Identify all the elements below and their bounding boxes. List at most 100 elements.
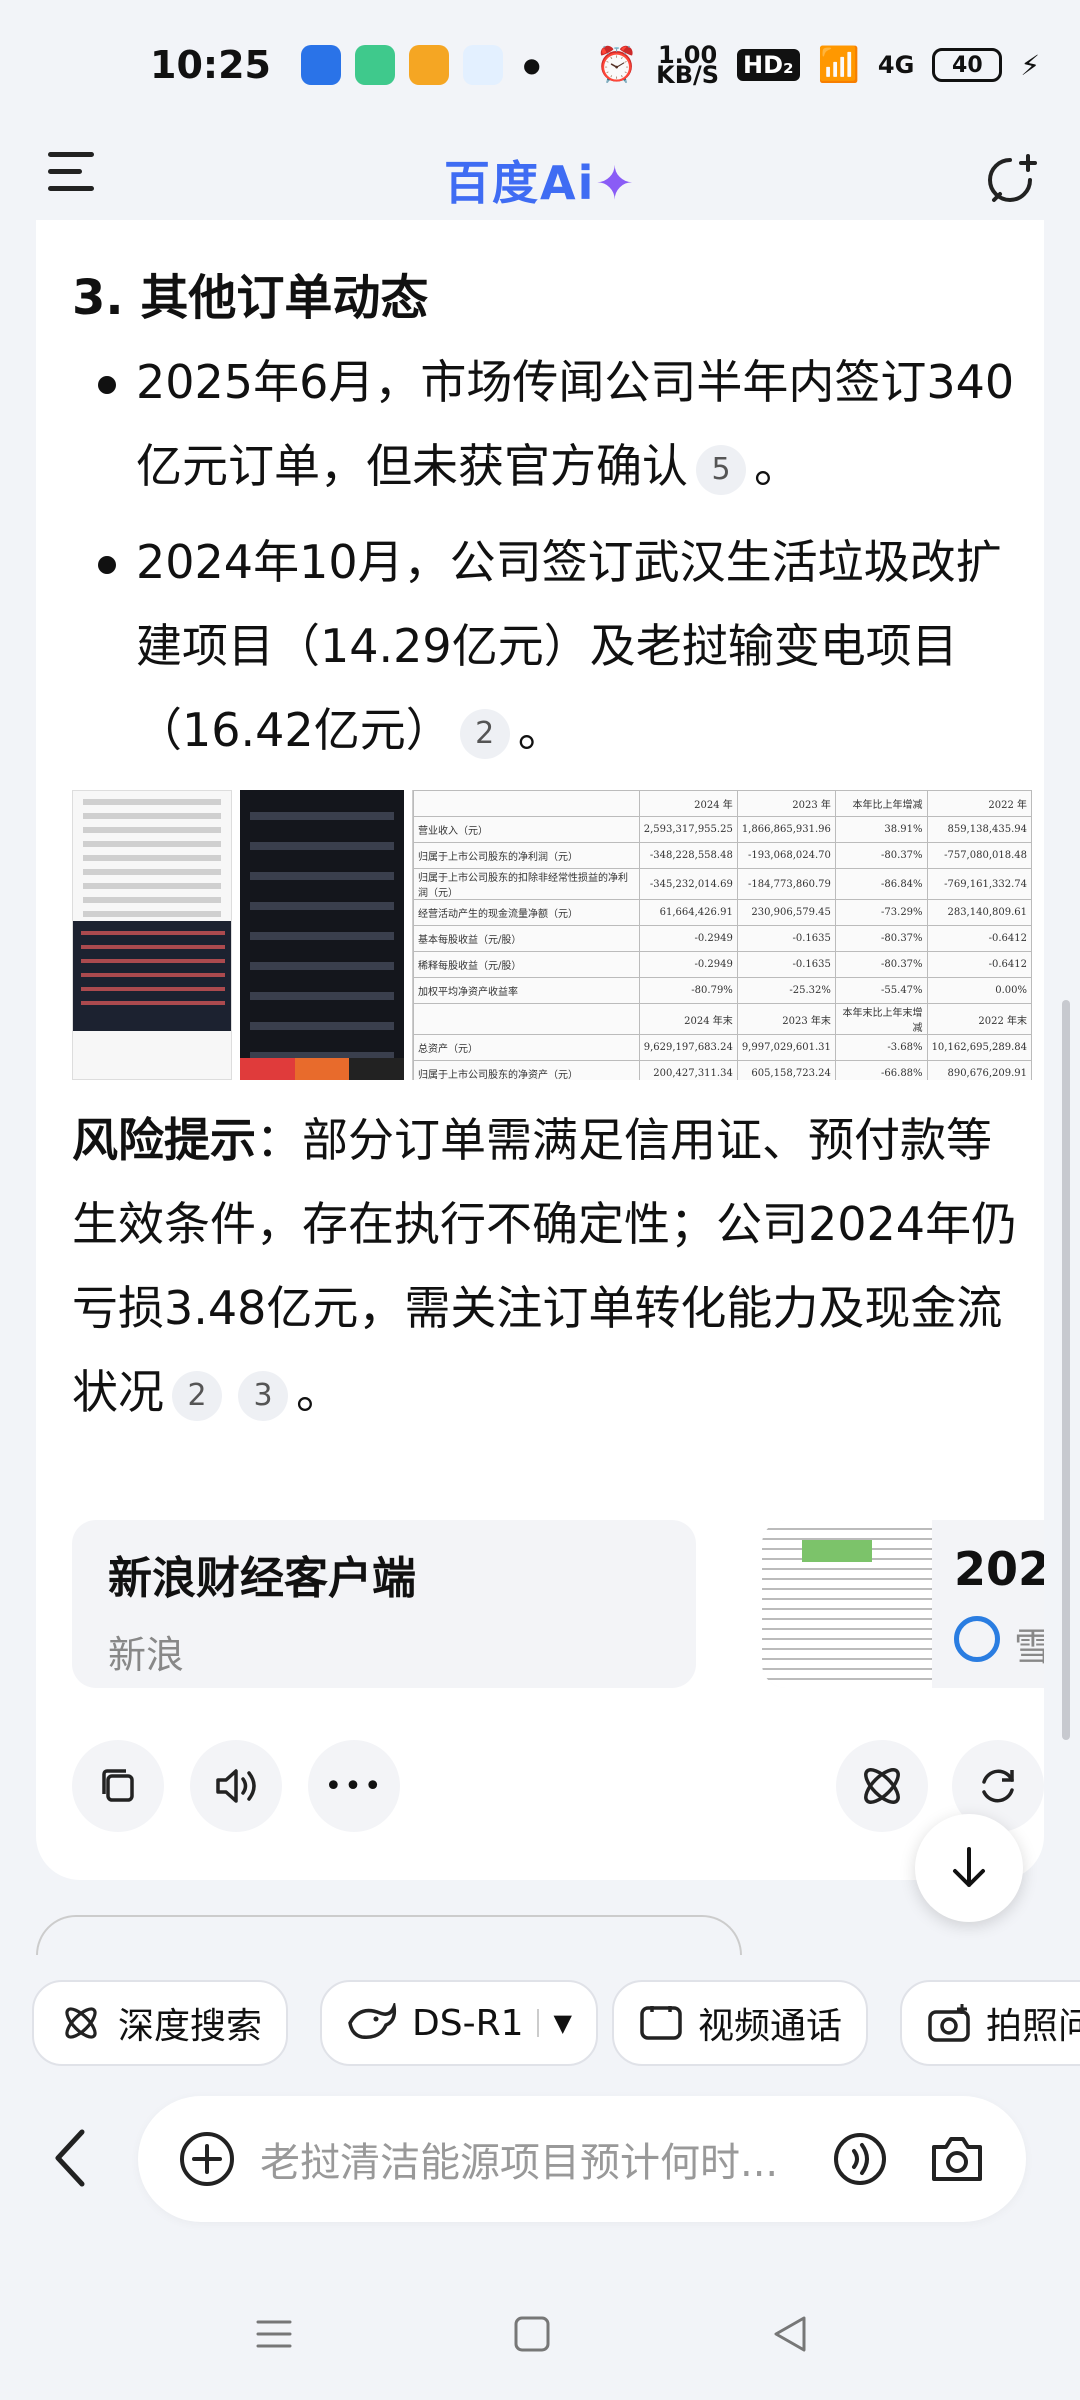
table-cell: 营业收入（元）	[413, 816, 640, 843]
message-input[interactable]: 老挝清洁能源项目预计何时...	[138, 2096, 1026, 2222]
table-cell: 10,162,695,289.84	[926, 1034, 1032, 1061]
net-type: 4G	[877, 51, 915, 79]
list-item: 2025年6月，市场传闻公司半年内签订340亿元订单，但未获官方确认 5。	[98, 340, 1016, 508]
table-cell: 加权平均净资产收益率	[413, 977, 640, 1004]
table-row: 2024 年末 2023 年末 本年末比上年末增减 2022 年末	[413, 1003, 1032, 1035]
table-cell: 本年末比上年末增减	[834, 1003, 928, 1035]
table-row: 基本每股收益（元/股） -0.2949 -0.1635 -80.37% -0.6412	[413, 925, 1032, 952]
source-thumbnail	[762, 1520, 932, 1688]
table-cell: -193,068,024.70	[736, 842, 836, 869]
citation-badge[interactable]: 2	[172, 1370, 222, 1421]
table-cell: 9,997,029,601.31	[736, 1034, 836, 1061]
app-header: 百度Ai✦	[0, 130, 1080, 230]
table-row: 稀释每股收益（元/股） -0.2949 -0.1635 -80.37% -0.6412	[413, 951, 1032, 978]
citation-badge[interactable]: 5	[696, 444, 746, 495]
table-cell: -0.6412	[926, 925, 1032, 952]
table-cell: 9,629,197,683.24	[638, 1034, 738, 1061]
copy-icon	[102, 1769, 134, 1802]
chip-deep-search[interactable]: 深度搜索	[32, 1980, 289, 2066]
article-screenshot-thumbnail[interactable]	[72, 790, 232, 1080]
scroll-to-bottom-button[interactable]	[915, 1814, 1023, 1922]
composer: 老挝清洁能源项目预计何时...	[0, 2096, 1080, 2224]
table-row: 归属于上市公司股东的扣除非经常性损益的净利润（元） -345,232,014.69…	[413, 868, 1032, 900]
back-nav-icon[interactable]	[770, 2314, 810, 2354]
table-cell: 2022 年	[926, 790, 1032, 817]
quick-action-chips: 深度搜索 DS-R1 ▼ 视频通话 拍照问	[0, 1976, 1080, 2072]
citation-badge[interactable]: 3	[238, 1370, 288, 1421]
table-cell: 2024 年末	[638, 1003, 738, 1035]
read-aloud-button[interactable]	[190, 1740, 282, 1832]
system-nav-bar	[0, 2300, 1080, 2380]
video-call-icon	[640, 2006, 682, 2040]
citation-badge[interactable]: 2	[459, 708, 510, 759]
home-icon[interactable]	[512, 2314, 552, 2354]
camera-icon[interactable]	[928, 2133, 986, 2185]
add-icon[interactable]	[178, 2130, 236, 2188]
table-cell: -55.47%	[834, 977, 928, 1004]
table-cell: -80.37%	[834, 925, 928, 952]
recent-apps-icon[interactable]	[254, 2314, 294, 2354]
app-notification-icon	[408, 45, 449, 85]
reference-images[interactable]: 2024 年 2023 年本年比上年增减 2022 年营业收入（元） 2,593,31…	[72, 790, 1032, 1080]
table-cell: -0.2949	[638, 925, 738, 952]
new-chat-icon[interactable]	[980, 150, 1040, 210]
wifi-icon: 📶	[817, 45, 860, 85]
status-bar: 10:25 ● ⏰ 1.00 KB/S HD₂ 📶 4G 40 ⚡	[0, 0, 1080, 130]
table-cell: 归属于上市公司股东的净资产（元）	[413, 1060, 640, 1080]
table-cell: -73.29%	[834, 899, 928, 926]
deep-search-button[interactable]	[836, 1740, 928, 1832]
charging-icon: ⚡	[1020, 48, 1040, 82]
arrow-down-icon	[953, 1847, 985, 1887]
dropdown-icon[interactable]: ▼	[537, 2009, 572, 2037]
table-row: 归属于上市公司股东的净利润（元） -348,228,558.48 -193,068,…	[413, 842, 1032, 869]
table-row: 2024 年 2023 年本年比上年增减 2022 年	[413, 790, 1032, 817]
battery-indicator: 40	[932, 48, 1003, 82]
source-cards: 新浪财经客户端 新浪 2025 雪	[72, 1520, 1044, 1688]
table-cell: -0.1635	[736, 925, 836, 952]
table-cell: -0.2949	[638, 951, 738, 978]
table-cell: -66.88%	[834, 1060, 928, 1080]
table-cell: -3.68%	[834, 1034, 928, 1061]
table-cell: 61,664,426.91	[638, 899, 738, 926]
table-cell: -80.37%	[834, 842, 928, 869]
table-cell: -0.6412	[926, 951, 1032, 978]
table-cell: 基本每股收益（元/股）	[413, 925, 640, 952]
stock-app-screenshot-thumbnail[interactable]	[240, 790, 405, 1080]
bullet-dot	[98, 556, 116, 574]
network-speed: 1.00 KB/S	[656, 41, 720, 89]
table-cell: 本年比上年增减	[834, 790, 928, 817]
financial-table-thumbnail[interactable]: 2024 年 2023 年本年比上年增减 2022 年营业收入（元） 2,593,31…	[412, 790, 1032, 1080]
copy-button[interactable]	[72, 1740, 164, 1832]
voice-input-icon[interactable]	[832, 2131, 888, 2187]
app-notification-icon	[300, 45, 341, 85]
bullet-dot	[98, 376, 116, 394]
source-card[interactable]: 2025 雪	[762, 1520, 1044, 1688]
chip-video-call[interactable]: 视频通话	[612, 1980, 869, 2066]
table-row: 归属于上市公司股东的净资产（元） 200,427,311.34 605,158,72…	[413, 1060, 1032, 1080]
table-row: 总资产（元） 9,629,197,683.24 9,997,029,601.31 -3…	[413, 1034, 1032, 1061]
table-cell: -757,080,018.48	[926, 842, 1032, 869]
table-cell: 2023 年	[736, 790, 836, 817]
menu-icon[interactable]	[48, 152, 94, 196]
answer-actions: •••	[72, 1740, 1044, 1840]
input-placeholder: 老挝清洁能源项目预计何时...	[260, 2140, 779, 2186]
table-cell: 归属于上市公司股东的扣除非经常性损益的净利润（元）	[413, 868, 640, 900]
more-button[interactable]: •••	[308, 1740, 400, 1832]
more-icon: •••	[324, 1768, 384, 1804]
scrollbar[interactable]	[1062, 1000, 1070, 1740]
chip-model-select[interactable]: DS-R1 ▼	[320, 1980, 598, 2066]
table-cell: 2,593,317,955.25	[638, 816, 738, 843]
table-cell: -0.1635	[736, 951, 836, 978]
table-cell: 38.91%	[834, 816, 928, 843]
source-card[interactable]: 新浪财经客户端 新浪	[72, 1520, 696, 1688]
table-cell: -25.32%	[736, 977, 836, 1004]
chip-photo-ask[interactable]: 拍照问	[900, 1980, 1080, 2066]
risk-paragraph: 风险提示：部分订单需满足信用证、预付款等生效条件，存在执行不确定性；公司2024…	[72, 1113, 1018, 1421]
app-notification-icon	[354, 45, 395, 85]
next-card-peek	[36, 1915, 742, 1955]
table-cell: -80.79%	[638, 977, 738, 1004]
table-row: 营业收入（元） 2,593,317,955.25 1,866,865,931.96 3…	[413, 816, 1032, 843]
table-cell: 2024 年	[638, 790, 738, 817]
table-cell: -184,773,860.79	[736, 868, 836, 900]
back-icon[interactable]	[50, 2126, 90, 2190]
